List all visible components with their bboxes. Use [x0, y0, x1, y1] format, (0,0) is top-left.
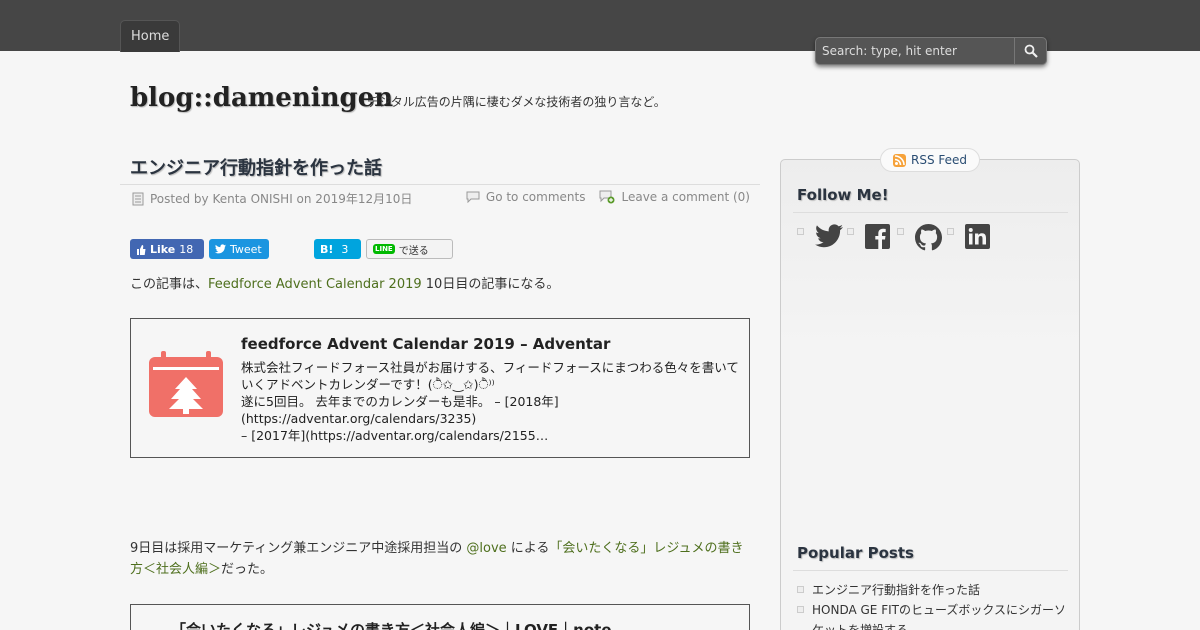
go-to-comments-link[interactable]: Go to comments — [486, 190, 586, 204]
list-bullet — [797, 606, 804, 613]
leave-comment-link[interactable]: Leave a comment (0) — [621, 190, 750, 204]
linkedin-icon — [965, 224, 990, 249]
twitter-icon — [215, 244, 226, 254]
site-description: デジタル広告の片隅に棲むダメな技術者の独り言など。 — [367, 95, 666, 109]
twitter-icon — [815, 224, 843, 248]
rss-icon — [892, 153, 906, 167]
popular-post-link[interactable]: エンジニア行動指針を作った話 — [812, 583, 980, 597]
post-title[interactable]: エンジニア行動指針を作った話 — [130, 154, 382, 180]
list-item[interactable]: HONDA GE FITのヒューズボックスにシガーソケットを増設する — [797, 600, 1067, 630]
love-mention-link[interactable]: @love — [466, 541, 506, 556]
line-send-button[interactable]: LINE で送る — [366, 239, 453, 259]
facebook-icon — [865, 224, 890, 249]
share-buttons: Like 18 Tweet B! 3 LINE で送る — [130, 239, 460, 259]
tweet-label: Tweet — [230, 242, 262, 256]
line-send-label: で送る — [398, 245, 429, 257]
popular-posts-title: Popular Posts — [797, 544, 914, 562]
advent-calendar-link[interactable]: Feedforce Advent Calendar 2019 — [208, 277, 422, 292]
popular-post-link[interactable]: HONDA GE FITのヒューズボックスにシガーソケットを増設する — [812, 603, 1066, 630]
follow-me-divider — [793, 212, 1068, 213]
rss-feed-label: RSS Feed — [910, 153, 967, 167]
post-meta: Posted by Kenta ONISHI on 2019年12月10日 Go… — [120, 184, 760, 208]
intro-paragraph: この記事は、Feedforce Advent Calendar 2019 10日… — [130, 274, 559, 295]
follow-me-title: Follow Me! — [797, 186, 889, 204]
hatena-icon: B! — [320, 242, 334, 256]
day9-text-middle: による — [506, 541, 550, 556]
facebook-like-button[interactable]: Like 18 — [130, 239, 204, 259]
tweet-button[interactable]: Tweet — [209, 239, 269, 259]
site-title[interactable]: blog::dameningen — [130, 83, 393, 113]
intro-text-after: 10日目の記事になる。 — [421, 277, 560, 292]
hatena-bookmark-button[interactable]: B! 3 — [314, 239, 361, 259]
embed-card-title[interactable]: feedforce Advent Calendar 2019 – Adventa… — [241, 335, 610, 353]
facebook-icon — [137, 244, 146, 255]
line-icon: LINE — [373, 244, 395, 254]
follow-linkedin[interactable] — [947, 224, 997, 252]
post-author-date: Posted by Kenta ONISHI on 2019年12月10日 — [150, 192, 413, 206]
embed-card-desc-line1: 株式会社フィードフォース社員がお届けする、フィードフォースにまつわる色々を書いて… — [241, 360, 739, 392]
social-icons — [797, 224, 997, 252]
facebook-like-label: Like — [150, 242, 176, 256]
follow-facebook[interactable] — [847, 224, 897, 252]
facebook-like-count: 18 — [179, 242, 194, 256]
search-icon — [1024, 44, 1038, 58]
list-bullet — [797, 228, 804, 235]
list-bullet — [947, 228, 954, 235]
document-icon — [132, 192, 144, 205]
nav-home-tab[interactable]: Home — [120, 20, 181, 52]
embed-card-desc-line3: – [2017年](https://adventar.org/calendars… — [241, 428, 549, 443]
rss-feed-link[interactable]: RSS Feed — [880, 148, 980, 172]
search-input[interactable] — [816, 38, 1014, 64]
day9-text-after: だった。 — [221, 562, 274, 577]
day9-text-before: 9日目は採用マーケティング兼エンジニア中途採用担当の — [130, 541, 467, 556]
embed-card-note-title[interactable]: 「会いたくなる」レジュメの書き方＜社会人編＞｜LOVE｜note — [171, 619, 612, 630]
follow-twitter[interactable] — [797, 224, 847, 252]
embed-card-description: 株式会社フィードフォース社員がお届けする、フィードフォースにまつわる色々を書いて… — [241, 359, 741, 444]
popular-posts-list: エンジニア行動指針を作った話 HONDA GE FITのヒューズボックスにシガー… — [797, 580, 1067, 630]
list-bullet — [847, 228, 854, 235]
hatena-count: 3 — [341, 242, 349, 256]
day9-paragraph: 9日目は採用マーケティング兼エンジニア中途採用担当の @love による「会いた… — [130, 538, 750, 580]
calendar-tree-icon — [149, 351, 223, 417]
list-item[interactable]: エンジニア行動指針を作った話 — [797, 580, 1067, 600]
github-icon — [915, 224, 942, 251]
embed-card-desc-line2: 遂に5回目。 去年までのカレンダーも是非。 – [2018年](https://… — [241, 394, 559, 426]
comment-add-icon — [599, 190, 615, 204]
embed-card-note[interactable]: 「会いたくなる」レジュメの書き方＜社会人編＞｜LOVE｜note — [130, 604, 750, 630]
popular-posts-divider — [793, 570, 1068, 571]
comment-icon — [466, 191, 480, 203]
search-box — [815, 37, 1047, 65]
intro-text-before: この記事は、 — [130, 277, 209, 292]
list-bullet — [797, 586, 804, 593]
embed-card-adventar[interactable]: feedforce Advent Calendar 2019 – Adventa… — [130, 318, 750, 458]
search-button[interactable] — [1014, 38, 1046, 64]
follow-github[interactable] — [897, 224, 947, 252]
list-bullet — [897, 228, 904, 235]
